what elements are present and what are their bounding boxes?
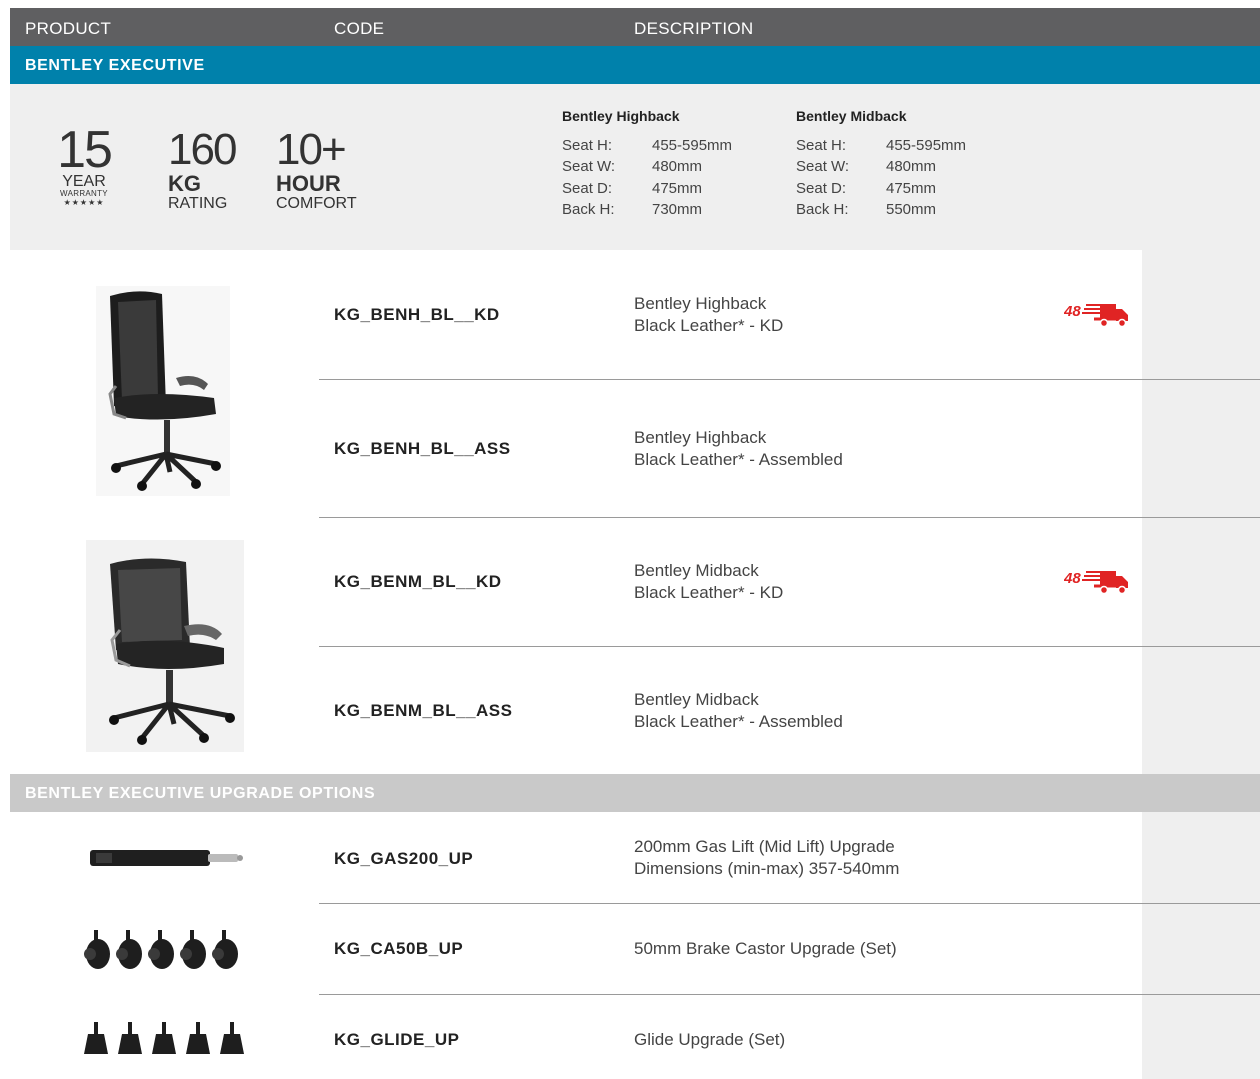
rating-label: RATING (168, 195, 228, 213)
section-band: BENTLEY EXECUTIVE (10, 46, 1260, 84)
spec-title-midback: Bentley Midback (796, 108, 907, 124)
row-divider (319, 903, 1260, 904)
svg-text:48: 48 (1064, 303, 1081, 320)
product-name: Bentley Highback (634, 294, 767, 313)
comfort-value: 10+ (276, 125, 347, 174)
spec-label: Seat H: (562, 137, 613, 154)
comfort-stat: 10+ HOUR COMFORT (276, 128, 357, 213)
warranty-stat: 15 YEAR WARRANTY ★★★★★ (56, 121, 113, 208)
product-finish: Black Leather* - KD (634, 316, 784, 335)
rating-stat: 160 KG RATING (168, 125, 237, 213)
spec-value: 730mm (652, 201, 703, 218)
spec-value: 550mm (886, 201, 937, 218)
product-finish: Black Leather* - Assembled (634, 712, 843, 731)
product-code: KG_BENH_BL__ASS (334, 439, 511, 458)
delivery-48-truck-icon: 48 (1064, 303, 1128, 328)
row-divider (1142, 379, 1260, 380)
product-description: Bentley Highback Black Leather* - KD (634, 293, 783, 337)
product-description: Bentley Midback Black Leather* - KD (634, 560, 783, 604)
spec-value: 480mm (652, 158, 703, 175)
spec-label: Back H: (562, 201, 615, 218)
upgrade-description: 200mm Gas Lift (Mid Lift) Upgrade Dimens… (634, 836, 899, 880)
row-divider (319, 994, 1260, 995)
comfort-unit: HOUR (276, 171, 341, 196)
glides-image (84, 1022, 244, 1054)
spec-label: Back H: (796, 201, 849, 218)
spec-value: 480mm (886, 158, 937, 175)
warranty-year: YEAR (62, 173, 106, 190)
castors-image (84, 930, 238, 969)
spec-value: 475mm (652, 180, 703, 197)
upgrade-band: BENTLEY EXECUTIVE UPGRADE OPTIONS (10, 774, 1260, 812)
upgrade-code: KG_GLIDE_UP (334, 1030, 460, 1049)
upgrade-name: 200mm Gas Lift (Mid Lift) Upgrade (634, 837, 895, 856)
header-code: CODE (334, 19, 385, 38)
spec-value: 475mm (886, 180, 937, 197)
upgrade-title: BENTLEY EXECUTIVE UPGRADE OPTIONS (25, 785, 376, 802)
header-description: DESCRIPTION (634, 19, 754, 38)
right-strip (1142, 84, 1260, 1079)
product-description: Bentley Highback Black Leather* - Assemb… (634, 427, 843, 471)
spec-value: 455-595mm (886, 137, 967, 154)
upgrade-code: KG_GAS200_UP (334, 849, 474, 868)
product-code: KG_BENM_BL__KD (334, 572, 502, 591)
spec-label: Seat H: (796, 137, 847, 154)
product-code: KG_BENM_BL__ASS (334, 701, 513, 720)
spec-title-highback: Bentley Highback (562, 108, 680, 124)
table-header: PRODUCT CODE DESCRIPTION (10, 8, 1260, 46)
rating-unit: KG (168, 171, 201, 196)
row-divider (319, 646, 1260, 647)
row-divider (1142, 646, 1260, 647)
row-divider (319, 379, 1260, 380)
upgrade-code: KG_CA50B_UP (334, 939, 464, 958)
rating-value: 160 (168, 125, 237, 174)
svg-text:48: 48 (1064, 570, 1081, 587)
upgrade-dimensions: Dimensions (min-max) 357-540mm (634, 859, 900, 878)
row-divider (1142, 517, 1260, 518)
warranty-stars-icon: ★★★★★ (63, 197, 105, 207)
midback-chair-image (86, 540, 244, 752)
product-code: KG_BENH_BL__KD (334, 305, 500, 324)
product-finish: Black Leather* - KD (634, 583, 784, 602)
header-product: PRODUCT (25, 19, 112, 38)
row-divider (1142, 994, 1260, 995)
row-divider (319, 517, 1260, 518)
delivery-48-truck-icon: 48 (1064, 570, 1128, 595)
row-divider (1142, 903, 1260, 904)
product-name: Bentley Midback (634, 690, 759, 709)
warranty-value: 15 (57, 121, 113, 179)
spec-value: 455-595mm (652, 137, 733, 154)
gas-lift-image (90, 850, 243, 866)
upgrade-description: 50mm Brake Castor Upgrade (Set) (634, 939, 897, 958)
product-name: Bentley Highback (634, 428, 767, 447)
product-finish: Black Leather* - Assembled (634, 450, 843, 469)
product-description: Bentley Midback Black Leather* - Assembl… (634, 689, 843, 733)
comfort-label: COMFORT (276, 195, 357, 213)
highback-chair-image (96, 286, 230, 496)
section-title: BENTLEY EXECUTIVE (25, 57, 205, 74)
spec-label: Seat W: (796, 158, 850, 175)
product-name: Bentley Midback (634, 561, 759, 580)
spec-label: Seat D: (562, 180, 613, 197)
spec-label: Seat D: (796, 180, 847, 197)
spec-label: Seat W: (562, 158, 616, 175)
upgrade-description: Glide Upgrade (Set) (634, 1030, 786, 1049)
